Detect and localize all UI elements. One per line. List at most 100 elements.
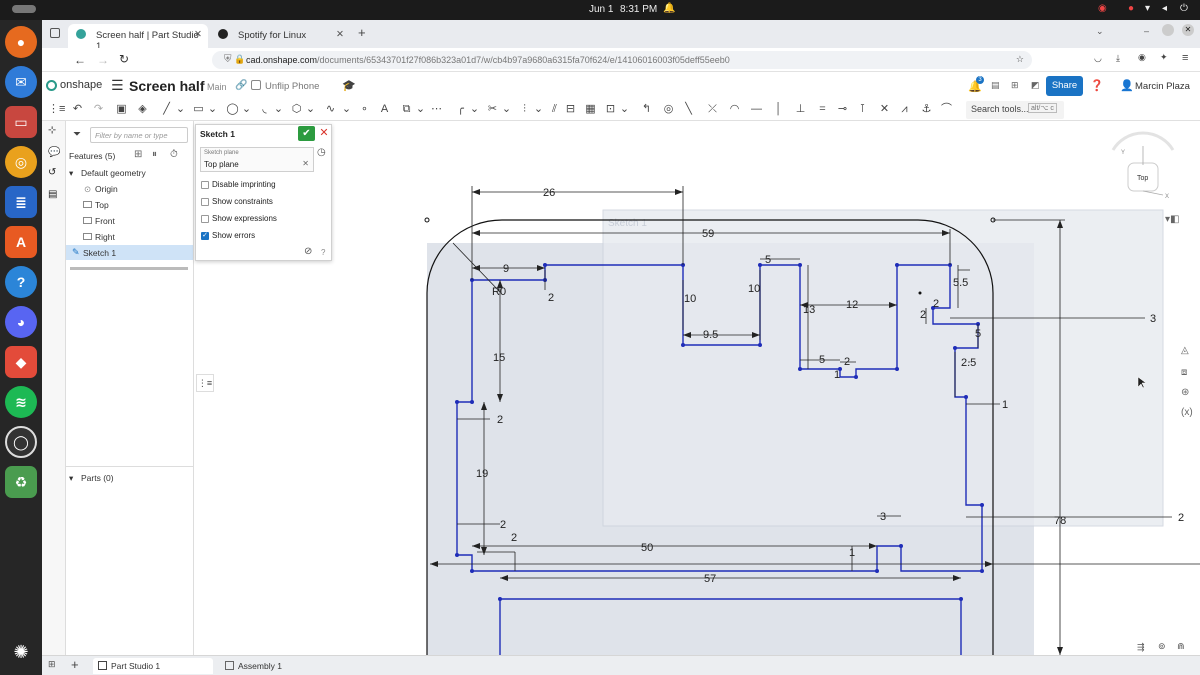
dim-78[interactable]: 78 xyxy=(1054,515,1066,527)
trim-tool-icon[interactable]: ✂ xyxy=(486,103,499,116)
pattern-tool-icon[interactable]: ⊟ xyxy=(564,103,577,116)
coincident-icon[interactable]: ◎ xyxy=(662,103,675,116)
help-icon[interactable]: ? xyxy=(321,248,325,257)
show-expressions-checkbox[interactable] xyxy=(201,215,209,223)
dim-2d[interactable]: 2 xyxy=(920,309,926,321)
dim-13[interactable]: 13 xyxy=(803,304,815,316)
close-tab-icon[interactable]: ✕ xyxy=(336,29,344,40)
transform-tool-icon[interactable]: ▦ xyxy=(584,103,597,116)
rectangle-tool-icon[interactable]: ▭ xyxy=(192,103,205,116)
apps-grid-icon[interactable]: ⊞ xyxy=(1011,80,1019,91)
linked-document[interactable]: Unflip Phone xyxy=(265,81,319,92)
dim-59[interactable]: 59 xyxy=(702,228,714,240)
wifi-icon[interactable]: ▾ xyxy=(1145,3,1150,14)
normal-icon[interactable]: ⊺ xyxy=(856,103,869,116)
history-tab-icon[interactable]: ↺ xyxy=(48,167,56,178)
dim-2e[interactable]: 2 xyxy=(497,414,503,426)
trim-dropdown-icon[interactable]: ⌄ xyxy=(500,103,513,116)
appearance-panel-icon[interactable]: ◬ xyxy=(1181,345,1189,356)
versions-icon[interactable]: ▤ xyxy=(991,80,1000,91)
redo-icon[interactable]: ↷ xyxy=(92,103,105,116)
construction-point[interactable] xyxy=(424,217,430,223)
tab-overview-icon[interactable] xyxy=(50,28,60,38)
activities-indicator[interactable] xyxy=(12,5,36,13)
tab-list-icon[interactable]: ⌄ xyxy=(1096,26,1104,37)
dim-19[interactable]: 19 xyxy=(476,468,488,480)
use-tool-icon[interactable]: ⊡ xyxy=(604,103,617,116)
measure-icon[interactable]: ⇶ xyxy=(1137,642,1145,653)
spotify-icon[interactable]: ≋ xyxy=(5,386,37,418)
tree-item-top[interactable]: Top xyxy=(95,200,109,210)
filter-selection-icon[interactable]: ◈ xyxy=(136,103,149,116)
close-window-icon[interactable]: ✕ xyxy=(1182,24,1194,36)
pocket-icon[interactable]: ◡ xyxy=(1094,53,1102,64)
obs-icon[interactable]: ◯ xyxy=(5,426,37,458)
arc-tool-icon[interactable]: ◟ xyxy=(258,103,271,116)
curvature-icon[interactable]: ⌒ xyxy=(940,103,953,116)
dimension-tool-icon[interactable]: ↰ xyxy=(640,103,653,116)
onshape-logo-icon[interactable] xyxy=(46,80,57,91)
text-tool-icon[interactable]: A xyxy=(378,103,391,116)
image-tool-icon[interactable]: ⧉ xyxy=(400,103,413,116)
variables-tab-icon[interactable]: ▤ xyxy=(48,189,57,200)
mirror-tool-icon[interactable]: ⫽ xyxy=(548,103,561,116)
writer-icon[interactable]: ≣ xyxy=(5,186,37,218)
comments-tab-icon[interactable]: 💬 xyxy=(48,147,60,158)
spline-tool-icon[interactable]: ∿ xyxy=(324,103,337,116)
tree-item-right[interactable]: Right xyxy=(95,232,115,242)
tracking-shield-icon[interactable]: ⛨ xyxy=(224,54,232,65)
collapse-arrow-icon[interactable]: ▾ xyxy=(69,473,73,484)
tangent-icon[interactable]: ◠ xyxy=(728,103,741,116)
system-date[interactable]: Jun 1 xyxy=(589,4,613,15)
offset-tool-icon[interactable]: ⫶ xyxy=(518,103,531,116)
line-tool-icon[interactable]: ╱ xyxy=(160,103,173,116)
pierce-icon[interactable]: ✕ xyxy=(878,103,891,116)
trash-icon[interactable]: ♻ xyxy=(5,466,37,498)
default-geometry-label[interactable]: Default geometry xyxy=(81,168,146,178)
dim-57[interactable]: 57 xyxy=(704,573,716,585)
filter-icon[interactable]: ⏷ xyxy=(73,129,81,140)
tab-screen-half[interactable]: Screen half | Part Studio 1 ✕ xyxy=(68,24,208,52)
section-view-icon[interactable]: ⋒ xyxy=(1177,641,1185,652)
help-icon[interactable]: ? xyxy=(5,266,37,298)
document-menu-icon[interactable]: ☰ xyxy=(111,77,124,94)
view-options-icon[interactable]: ▾◧ xyxy=(1165,214,1179,225)
tree-item-origin[interactable]: Origin xyxy=(95,184,118,194)
search-tools-input[interactable]: Search tools... alt/⌥ c xyxy=(966,101,1064,119)
use-dropdown-icon[interactable]: ⌄ xyxy=(618,103,631,116)
extensions-icon[interactable]: ✦ xyxy=(1160,52,1168,63)
dim-5c[interactable]: 5 xyxy=(975,328,981,340)
cancel-button[interactable]: ✕ xyxy=(317,126,331,141)
volume-icon[interactable]: ◂ xyxy=(1162,3,1167,14)
render-panel-icon[interactable]: ⧈ xyxy=(1181,367,1187,378)
sketch-icon[interactable]: ▣ xyxy=(115,103,128,116)
construction-icon[interactable]: ⋯ xyxy=(430,103,443,116)
rectangle-dropdown-icon[interactable]: ⌄ xyxy=(206,103,219,116)
ubuntu-icon[interactable]: ✺ xyxy=(5,636,37,668)
dim-2h[interactable]: 2 xyxy=(1178,512,1184,524)
image-dropdown-icon[interactable]: ⌄ xyxy=(414,103,427,116)
dim-12[interactable]: 12 xyxy=(846,299,858,311)
reload-icon[interactable]: ↻ xyxy=(119,52,129,66)
circle-dropdown-icon[interactable]: ⌄ xyxy=(240,103,253,116)
user-avatar-icon[interactable]: 👤 xyxy=(1120,79,1134,92)
show-panel-icon[interactable]: ⋮≡ xyxy=(196,374,214,392)
point-tool-icon[interactable]: ∘ xyxy=(358,103,371,116)
sketch-settings-icon[interactable]: ⊘ xyxy=(304,246,312,257)
add-folder-icon[interactable]: ⊞ xyxy=(134,149,142,160)
clear-plane-icon[interactable]: ✕ xyxy=(302,159,309,168)
vertical-icon[interactable]: │ xyxy=(772,103,785,116)
system-time[interactable]: 8:31 PM xyxy=(620,4,657,15)
dim-2b[interactable]: 2 xyxy=(844,356,850,368)
variables-panel-icon[interactable]: (x) xyxy=(1181,407,1193,418)
collapse-arrow-icon[interactable]: ▾ xyxy=(69,168,73,179)
dim-5a[interactable]: 5 xyxy=(765,254,771,266)
arc-center-point[interactable] xyxy=(918,291,922,295)
filter-input[interactable]: Filter by name or type xyxy=(90,127,188,143)
show-constraints-checkbox[interactable] xyxy=(201,198,209,206)
sketch-svg[interactable]: Sketch 1 26 59 9 R0 2 10 9.5 10 5 13 12 … xyxy=(195,121,1200,655)
parallel-icon[interactable]: ⤫ xyxy=(706,103,719,116)
minimize-icon[interactable]: – xyxy=(1144,26,1149,36)
spline-dropdown-icon[interactable]: ⌄ xyxy=(340,103,353,116)
rollback-timer-icon[interactable]: ⏱ xyxy=(170,149,178,160)
